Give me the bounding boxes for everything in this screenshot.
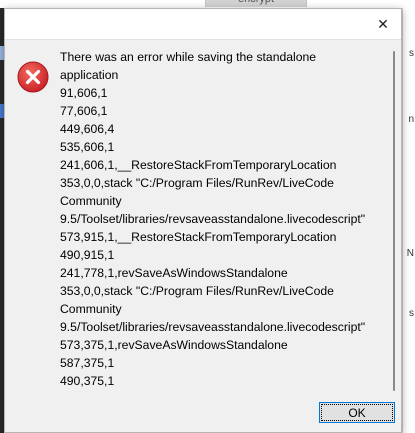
message-line: 587,375,1 xyxy=(60,356,115,370)
message-line: 573,375,1,revSaveAsWindowsStandalone xyxy=(60,338,288,352)
close-button[interactable]: ✕ xyxy=(365,9,401,39)
message-line: 353,0,0,stack "C:/Program Files/RunRev/L… xyxy=(60,176,334,190)
message-area: There was an error while saving the stan… xyxy=(60,46,390,398)
background-letter: s xyxy=(409,308,414,319)
error-message: There was an error while saving the stan… xyxy=(60,46,390,390)
message-line: 353,0,0,stack "C:/Program Files/RunRev/L… xyxy=(60,284,334,298)
error-icon xyxy=(17,61,49,93)
message-line: 573,915,1,__RestoreStackFromTemporaryLoc… xyxy=(60,230,337,244)
message-line: application xyxy=(60,68,119,82)
background-right-edge: s n N s xyxy=(402,8,415,433)
message-line: 9.5/Toolset/libraries/revsaveasstandalon… xyxy=(60,320,366,334)
error-dialog: ✕ There was an error while saving the st… xyxy=(4,8,402,433)
background-letter: s xyxy=(409,48,414,59)
message-scrollbar[interactable] xyxy=(393,51,397,391)
background-letter: n xyxy=(408,114,414,125)
message-line: Community xyxy=(60,194,122,208)
close-icon: ✕ xyxy=(377,15,389,32)
title-bar: ✕ xyxy=(5,9,401,40)
message-line: 77,606,1 xyxy=(60,104,108,118)
message-line: Community xyxy=(60,302,122,316)
message-line: 91,606,1 xyxy=(60,86,108,100)
message-line: 490,915,1 xyxy=(60,248,115,262)
message-line: 241,606,1,__RestoreStackFromTemporaryLoc… xyxy=(60,158,337,172)
background-letter: N xyxy=(406,248,414,259)
scrollbar-thumb[interactable] xyxy=(393,51,395,391)
message-line: 535,606,1 xyxy=(60,140,115,154)
message-line: 9.5/Toolset/libraries/revsaveasstandalon… xyxy=(60,212,366,226)
ok-button[interactable]: OK xyxy=(319,402,395,423)
message-line: 449,606,4 xyxy=(60,122,115,136)
message-line: 490,375,1 xyxy=(60,374,115,388)
message-line: There was an error while saving the stan… xyxy=(60,50,317,64)
background-window-strip: encrypt xyxy=(0,0,415,8)
message-line: 241,778,1,revSaveAsWindowsStandalone xyxy=(60,266,288,280)
background-tab: encrypt xyxy=(205,0,307,7)
